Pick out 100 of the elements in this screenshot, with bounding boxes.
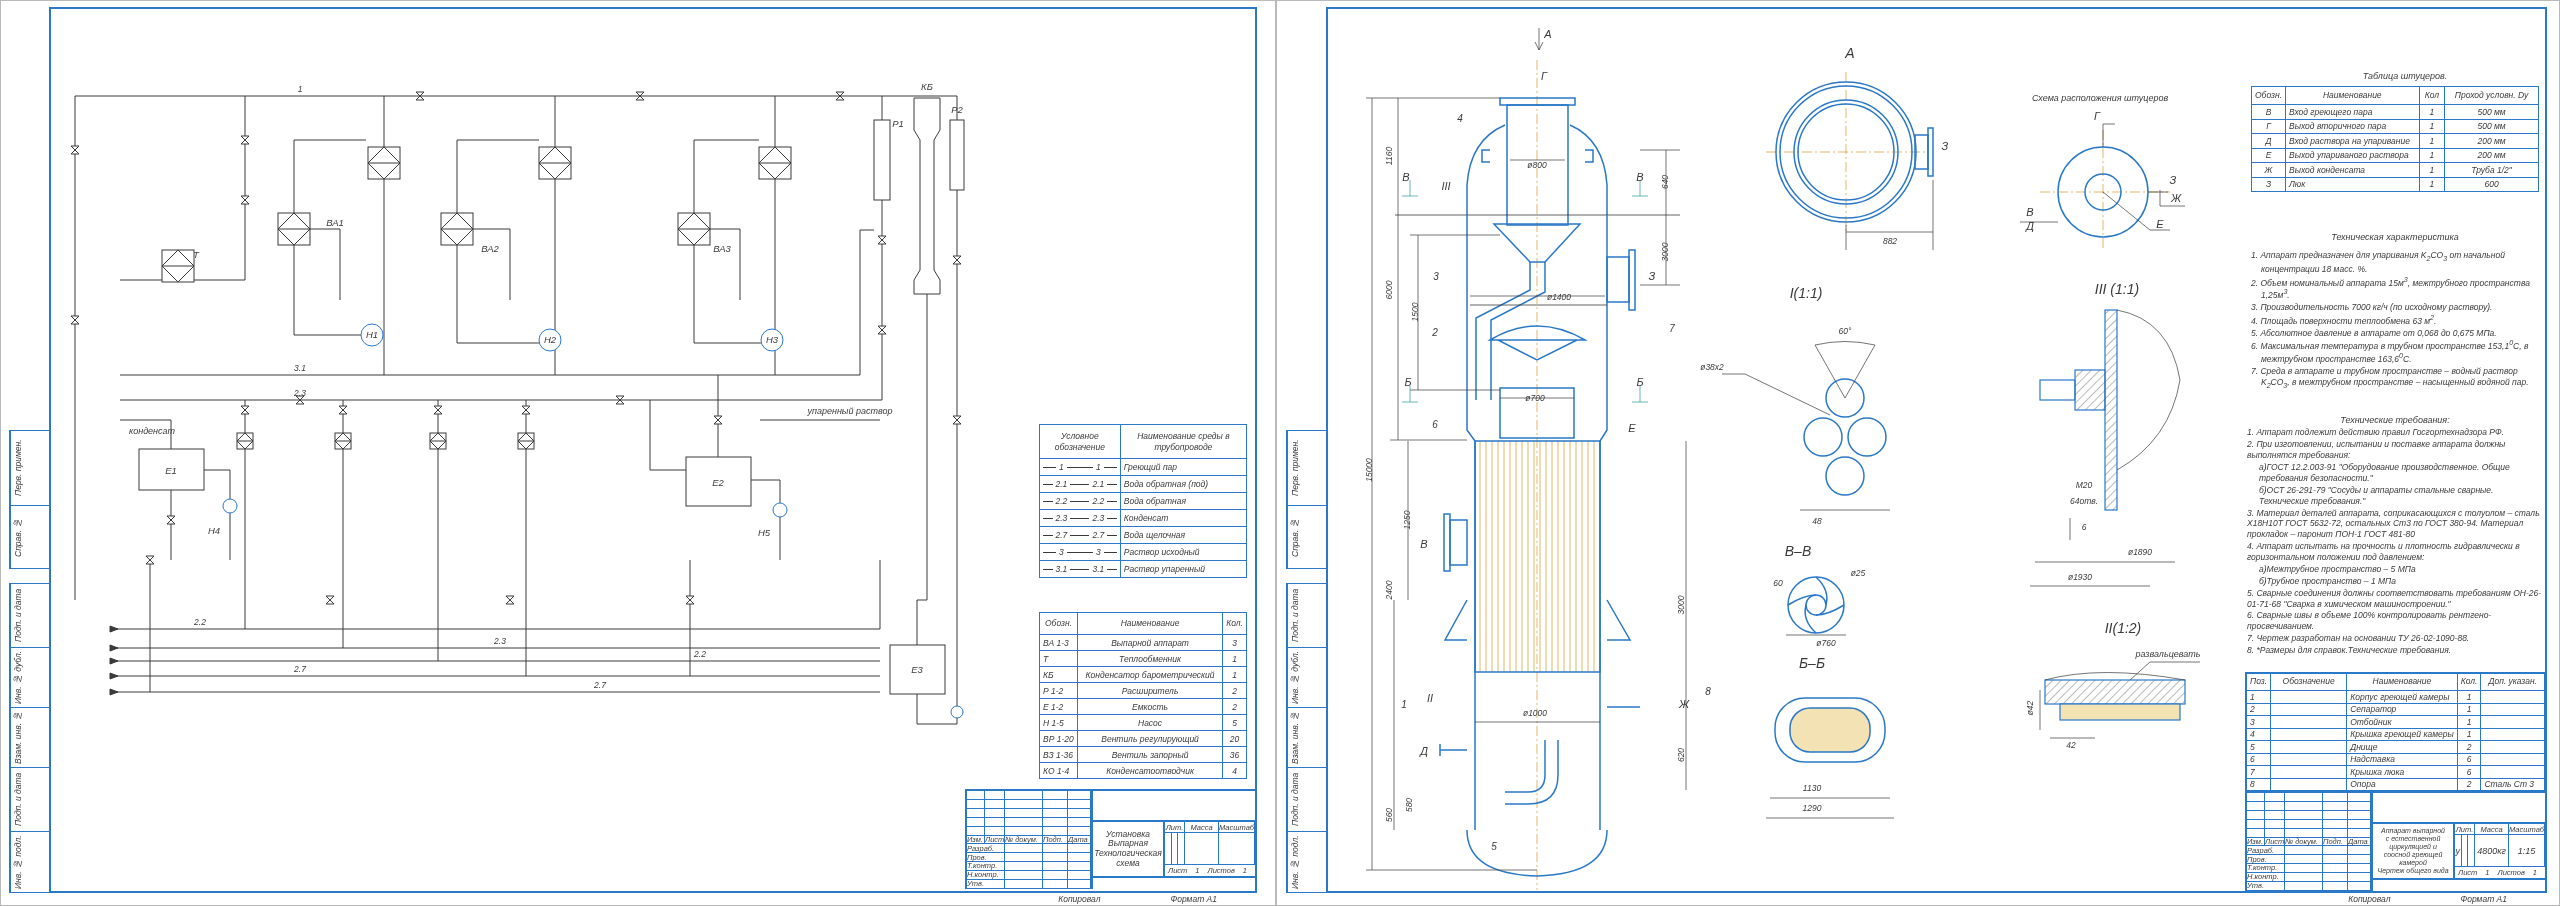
section-heading: Техническая характеристика: [2330, 232, 2460, 242]
table-cell: Отбойник: [2346, 715, 2458, 728]
table-cell: 500 мм: [2444, 104, 2539, 119]
column-header: Наименование: [2346, 672, 2458, 691]
table-cell: Опора: [2346, 778, 2458, 791]
section-letter: А: [1544, 28, 1552, 40]
note-text: Схема расположения штуцеров: [2031, 93, 2169, 103]
table-cell: 1: [2419, 104, 2445, 119]
line-code: 1: [1059, 462, 1064, 472]
section-letter: III: [1441, 180, 1451, 192]
table-cell: Теплообменник: [1077, 650, 1223, 667]
table-cell: В: [2251, 104, 2286, 119]
table-cell: Конденсатоотводчик: [1077, 762, 1223, 779]
section-heading: Технические требования:: [2339, 415, 2451, 426]
footer-label: Копировал: [1058, 894, 1101, 904]
line-code: 2.1: [1092, 479, 1105, 489]
dimension-label: ø1400: [1546, 292, 1572, 302]
table-cell: Н 1-5: [1039, 714, 1078, 731]
table-cell: Раствор исходный: [1120, 543, 1247, 561]
line-code: 2.2: [1092, 496, 1105, 506]
table-cell: 200 мм: [2444, 133, 2539, 148]
requirement-text: а)ГОСТ 12.2.003-91 "Оборудование производственное. Общие требования безопасности.": [2258, 462, 2511, 484]
note-text: упаренный раствор: [807, 406, 893, 416]
dimension-label: ø700: [1525, 393, 1545, 403]
table-cell: Вода щелочная: [1120, 526, 1247, 544]
table-cell: 6: [2457, 753, 2481, 766]
requirement-text: 8. *Размеры для справок.Технические требования.: [2246, 645, 2453, 656]
view-title: I(1:1): [1789, 285, 1823, 301]
section-letter: З: [2169, 174, 2177, 186]
stamp-label: Перв. примен.: [10, 431, 24, 505]
table-cell: Труба 1/2": [2444, 162, 2539, 177]
column-header: Кол: [2419, 86, 2445, 105]
dimension-label: 882: [1882, 236, 1898, 246]
characteristic-text: 2. Объем номинальный аппарата 15м$^{3}$, межтрубного пространства 1,25м$^{3}$.: [2250, 275, 2531, 301]
section-letter: В: [2026, 206, 2034, 218]
table-cell: ВА 1-3: [1039, 634, 1078, 651]
dimension-label: 560: [1384, 807, 1394, 823]
equipment-label: Е2: [712, 477, 724, 488]
equipment-label: Н3: [765, 334, 779, 345]
dimension-label: ø800: [1527, 160, 1547, 170]
drawing-title: Технологическая схема: [1094, 849, 1162, 869]
table-cell: Е 1-2: [1039, 698, 1078, 715]
stamp-label: Инв. № дубл.: [10, 648, 24, 707]
view-title: III (1:1): [2094, 281, 2140, 297]
dimension-label: ø1930: [2067, 572, 2093, 582]
table-cell: 36: [1222, 746, 1247, 763]
column-header: Обозначение: [2270, 672, 2347, 691]
table-cell: 4: [1222, 762, 1247, 779]
table-cell: 6: [2246, 753, 2271, 766]
stamp-label: Инв. № подл.: [10, 832, 24, 892]
note-text: развальцевать: [2135, 649, 2201, 659]
table-cell: Т: [1039, 650, 1078, 667]
table-cell: ВР 1-20: [1039, 730, 1078, 747]
dimension-label: 2400: [1384, 580, 1394, 600]
view-title: А: [1845, 45, 1855, 61]
column-header: Обозн.: [1039, 612, 1078, 635]
dimension-label: 620: [1676, 747, 1686, 763]
position-number: 2: [1432, 327, 1438, 338]
table-cell: 1: [2419, 162, 2445, 177]
equipment-label: ВА1: [326, 217, 344, 228]
column-header: Обозн.: [2251, 86, 2286, 105]
footer-label: Копировал: [2348, 894, 2391, 904]
drawing-title: Установка: [1106, 829, 1150, 840]
table-cell: 1: [2457, 690, 2481, 703]
dimension-label: ø42: [2025, 700, 2035, 716]
table-cell: Емкость: [1077, 698, 1223, 715]
dimension-label: 6: [2081, 522, 2087, 532]
dimension-label: 580: [1404, 797, 1414, 813]
equipment-label: ВА3: [713, 243, 731, 254]
requirement-text: а)Межтрубное пространство – 5 МПа: [2258, 564, 2417, 575]
column-header: Проход условн. Dy: [2444, 86, 2539, 105]
section-letter: Ж: [2170, 192, 2182, 204]
table-cell: 1: [2457, 703, 2481, 716]
table-cell: 4: [2246, 728, 2271, 741]
table-cell: Ж: [2251, 162, 2286, 177]
section-letter: Е: [2156, 218, 2164, 230]
table-cell: Раствор упаренный: [1120, 560, 1247, 578]
position-number: 3: [1433, 271, 1439, 282]
table-cell: 1: [2457, 715, 2481, 728]
table-cell: Расширитель: [1077, 682, 1223, 699]
table-title: Таблица штуцеров.: [2361, 71, 2449, 81]
stamp-label: Инв. № подл.: [1287, 832, 1301, 892]
table-cell: Сталь Ст 3: [2480, 778, 2545, 791]
line-code: 2.7: [1055, 530, 1068, 540]
dimension-label: 1250: [1402, 510, 1412, 530]
column-header: Доп. указан.: [2480, 672, 2545, 691]
stamp-label: Справ. №: [10, 506, 24, 568]
table-cell: 3: [1222, 634, 1247, 651]
column-header: Кол.: [1222, 612, 1247, 635]
scale-value: 1:15: [2509, 835, 2545, 868]
column-header: Условное обозначение: [1039, 424, 1121, 459]
table-cell: Крышка люка: [2346, 765, 2458, 778]
table-cell: 200 мм: [2444, 148, 2539, 163]
note-text: конденсат: [128, 426, 176, 436]
table-cell: Вода обратная: [1120, 492, 1247, 510]
dimension-label: 1500: [1410, 302, 1420, 322]
requirement-text: 2. При изготовлении, испытании и поставке аппарата должны выполнятся требования:: [2246, 439, 2507, 462]
table-cell: 8: [2246, 778, 2271, 791]
section-letter: II: [1426, 692, 1434, 704]
stamp-label: Подп. и дата: [1287, 584, 1301, 647]
